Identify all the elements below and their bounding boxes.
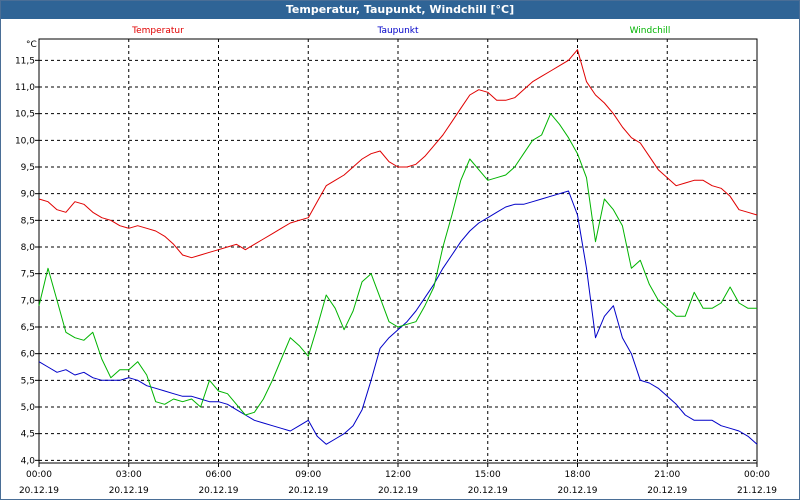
y-tick-label: 6,0 — [21, 350, 36, 360]
x-tick-time: 21:00 — [654, 470, 680, 480]
x-tick-date: 20.12.19 — [557, 486, 597, 496]
x-tick-time: 12:00 — [385, 470, 411, 480]
grid — [39, 39, 757, 463]
x-axis: 00:00 20.12.19 03:00 20.12.19 06:00 20.12.19 0… — [19, 463, 777, 496]
x-tick-date: 20.12.19 — [288, 486, 328, 496]
x-tick-date: 20.12.19 — [468, 486, 508, 496]
x-tick-date: 20.12.19 — [109, 486, 149, 496]
y-tick-label: 5,5 — [21, 376, 35, 386]
legend: Temperatur Taupunkt Windchill — [131, 26, 670, 36]
y-tick-label: 10,5 — [15, 110, 35, 120]
x-tick-date: 21.12.19 — [737, 486, 777, 496]
y-tick-label: 8,0 — [21, 243, 36, 253]
x-tick-time: 06:00 — [206, 470, 232, 480]
series-lines — [38, 49, 758, 445]
x-tick-date: 20.12.19 — [378, 486, 418, 496]
y-axis: 4,0 4,5 5,0 5,5 6,0 6,5 7,0 7,5 8,0 8,5 9,0 9,5 10,0… — [15, 56, 39, 466]
x-tick-time: 15:00 — [475, 470, 501, 480]
y-tick-label: 7,0 — [21, 296, 36, 306]
y-tick-label: 9,0 — [21, 190, 36, 200]
y-tick-label: 7,5 — [21, 270, 35, 280]
x-tick-date: 20.12.19 — [647, 486, 687, 496]
legend-item-windchill: Windchill — [630, 26, 671, 36]
y-tick-label: 11,5 — [15, 56, 35, 66]
y-tick-label: 4,5 — [21, 430, 35, 440]
x-tick-time: 18:00 — [565, 470, 591, 480]
x-tick-date: 20.12.19 — [198, 486, 238, 496]
chart-canvas: 4,0 4,5 5,0 5,5 6,0 6,5 7,0 7,5 8,0 8,5 9,0 9,5 10,0… — [15, 26, 777, 496]
y-tick-label: 5,0 — [21, 403, 36, 413]
legend-item-taupunkt: Taupunkt — [376, 26, 419, 36]
y-unit-label: °C — [26, 40, 37, 50]
y-tick-label: 9,5 — [21, 163, 35, 173]
x-tick-date: 20.12.19 — [19, 486, 59, 496]
legend-item-temperatur: Temperatur — [131, 26, 184, 36]
x-tick-time: 00:00 — [26, 470, 52, 480]
y-tick-label: 11,0 — [15, 83, 35, 93]
y-tick-label: 10,0 — [15, 136, 35, 146]
y-tick-label: 6,5 — [21, 323, 35, 333]
x-tick-time: 09:00 — [295, 470, 321, 480]
x-tick-time: 00:00 — [744, 470, 770, 480]
y-tick-label: 8,5 — [21, 216, 35, 226]
x-tick-time: 03:00 — [116, 470, 142, 480]
y-tick-label: 4,0 — [21, 456, 36, 466]
